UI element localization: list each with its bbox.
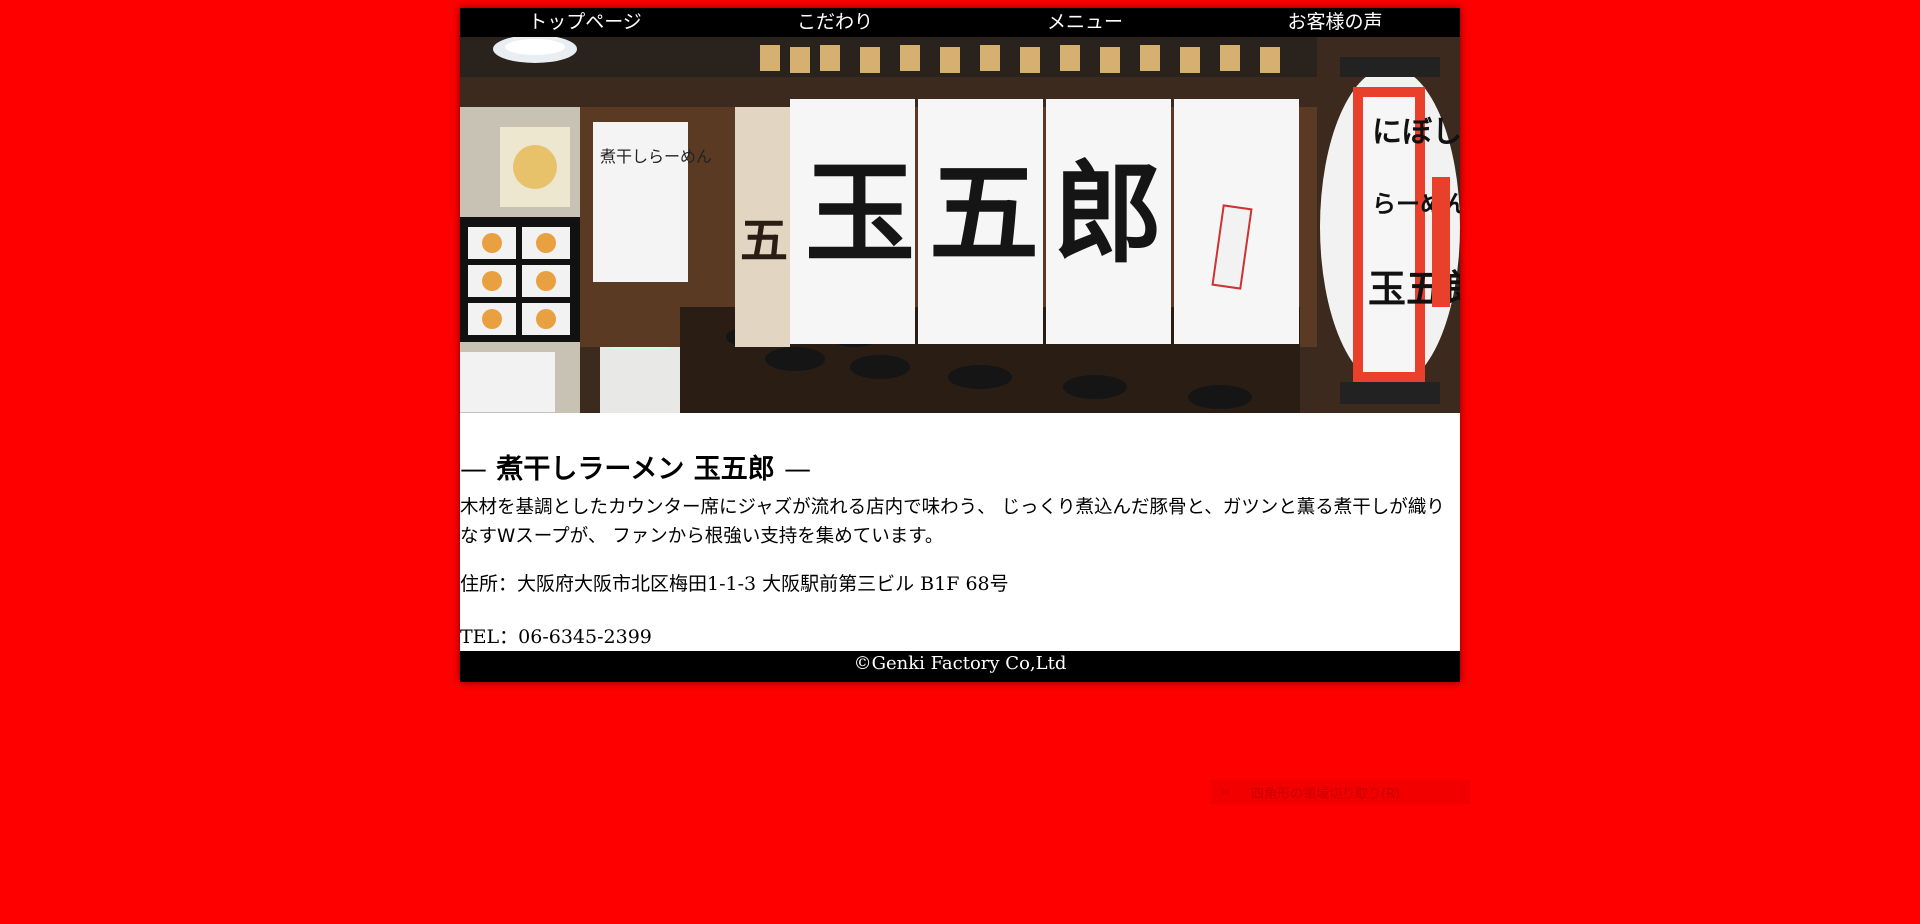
- context-menu-item-rect-crop[interactable]: ✂ 四角形の領域切り取り(R): [1211, 780, 1470, 804]
- shop-address: 住所：大阪府大阪市北区梅田1-1-3 大阪駅前第三ビル B1F 68号: [460, 573, 1009, 595]
- context-menu-label: 四角形の領域切り取り(R): [1251, 786, 1401, 802]
- svg-text:五: 五: [740, 213, 788, 269]
- footer: ©Genki Factory Co,Ltd: [460, 651, 1460, 682]
- shop-title: — 煮干しラーメン 玉五郎 —: [460, 453, 1460, 487]
- nav-kodawari[interactable]: こだわり: [710, 8, 960, 37]
- scissors-icon: ✂: [1221, 785, 1231, 799]
- nav-customer-voice[interactable]: お客様の声: [1210, 8, 1460, 37]
- shop-tel: TEL：06-6345-2399: [460, 626, 652, 648]
- title-dash-right: —: [784, 454, 812, 485]
- title-dash-left: —: [460, 454, 487, 485]
- nav-menu[interactable]: メニュー: [960, 8, 1210, 37]
- shop-description: 木材を基調としたカウンター席にジャズが流れる店内で味わう、 じっくり煮込んだ豚骨…: [460, 497, 1445, 547]
- shop-front-photo: 煮干しらーめん 五 玉五郎 にぼし らーめん 玉五郎: [460, 37, 1460, 413]
- top-nav: トップページ こだわり メニュー お客様の声: [460, 8, 1460, 37]
- page-container: トップページ こだわり メニュー お客様の声 煮干しらーめん 五 玉五郎 にぼし…: [460, 8, 1460, 682]
- shop-name: 煮干しラーメン 玉五郎: [496, 454, 775, 485]
- shop-hero-image: 煮干しらーめん 五 玉五郎 にぼし らーめん 玉五郎: [460, 37, 1460, 413]
- nav-top-page[interactable]: トップページ: [460, 8, 710, 37]
- svg-text:煮干しらーめん: 煮干しらーめん: [600, 147, 712, 166]
- copyright-text: ©Genki Factory Co,Ltd: [853, 653, 1067, 674]
- svg-text:玉五郎: 玉五郎: [805, 149, 1177, 278]
- shop-info: — 煮干しラーメン 玉五郎 — 木材を基調としたカウンター席にジャズが流れる店内…: [460, 413, 1460, 651]
- svg-text:にぼし: にぼし: [1372, 115, 1460, 150]
